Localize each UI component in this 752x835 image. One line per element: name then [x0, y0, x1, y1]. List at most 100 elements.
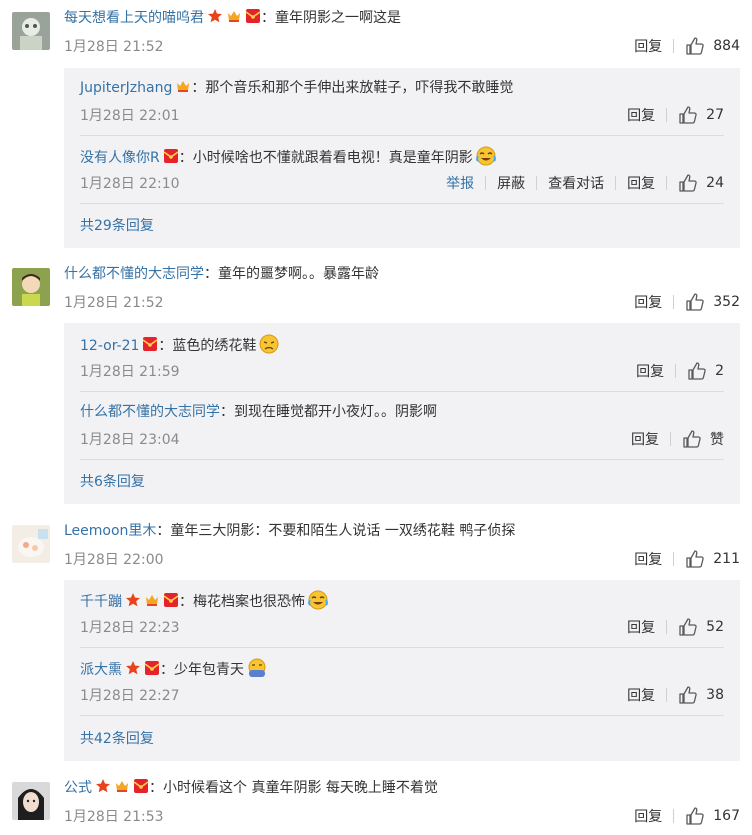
comment-item: Leemoon里木：童年三大阴影：不要和陌生人说话 一双绣花鞋 鸭子侦探 1月2… [0, 513, 752, 771]
reply-time: 1月28日 21:59 [80, 364, 180, 380]
redpacket-badge-icon [142, 336, 158, 352]
thumbs-up-icon [678, 173, 698, 193]
reply-divider [80, 203, 724, 204]
divider [673, 39, 675, 53]
reply-button[interactable]: 回复 [628, 36, 668, 56]
comment-item: 什么都不懂的大志同学：童年的噩梦啊。。暴露年龄 1月28日 21:52 回复 3… [0, 256, 752, 514]
like-button[interactable]: 52 [672, 617, 724, 637]
crown-badge-icon [226, 8, 242, 24]
crown-badge-icon [175, 78, 191, 94]
reply-text: ：那个音乐和那个手伸出来放鞋子，吓得我不敢睡觉 [191, 80, 514, 96]
thumbs-up-icon [685, 36, 705, 56]
username-link[interactable]: 千千蹦 [80, 594, 122, 610]
username-link[interactable]: 没有人像你R [80, 150, 160, 166]
like-button[interactable]: 38 [672, 685, 724, 705]
like-count: 2 [715, 363, 724, 379]
like-count: 211 [713, 551, 740, 567]
divider [666, 688, 668, 702]
divider [615, 176, 617, 190]
reply-text: ：到现在睡觉都开小夜灯。。阴影啊 [220, 404, 437, 420]
reply-panel: 12-or-21 ：蓝色的绣花鞋 1月28日 21:59 回复 2 什么都不懂的大… [64, 323, 740, 504]
like-button[interactable]: 211 [679, 549, 740, 569]
reply-button[interactable]: 回复 [630, 361, 670, 381]
reply-button[interactable]: 回复 [621, 685, 661, 705]
like-count: 884 [713, 38, 740, 54]
divider [536, 176, 538, 190]
reply-button[interactable]: 回复 [625, 429, 665, 449]
more-replies-link[interactable]: 共42条回复 [80, 729, 154, 749]
like-count: 167 [713, 808, 740, 824]
report-button[interactable]: 举报 [440, 173, 480, 193]
star-badge-icon [125, 592, 141, 608]
like-button[interactable]: 352 [679, 292, 740, 312]
reply-time: 1月28日 22:23 [80, 620, 180, 636]
cover-face-emoji [246, 658, 268, 678]
like-count: 38 [706, 687, 724, 703]
like-count: 27 [706, 107, 724, 123]
reply-divider [80, 459, 724, 460]
reply-item: JupiterJzhang ：那个音乐和那个手伸出来放鞋子，吓得我不敢睡觉 1月2… [80, 68, 724, 136]
user-avatar[interactable] [12, 268, 50, 306]
username-link[interactable]: JupiterJzhang [80, 80, 172, 96]
reply-button[interactable]: 回复 [628, 292, 668, 312]
reply-time: 1月28日 22:01 [80, 108, 180, 124]
reply-text: ：蓝色的绣花鞋 [158, 338, 257, 354]
redpacket-badge-icon [144, 660, 160, 676]
like-button[interactable]: 167 [679, 806, 740, 826]
comment-time: 1月28日 21:52 [64, 39, 164, 55]
crying-laughing-emoji [475, 146, 497, 166]
like-button[interactable]: 24 [672, 173, 724, 193]
reply-time: 1月28日 22:10 [80, 176, 180, 192]
redpacket-badge-icon [163, 592, 179, 608]
comment-time: 1月28日 21:53 [64, 809, 164, 825]
username-link[interactable]: 12-or-21 [80, 338, 139, 354]
username-link[interactable]: 公式 [64, 780, 92, 796]
like-button[interactable]: 赞 [676, 429, 724, 449]
more-replies-link[interactable]: 共29条回复 [80, 216, 154, 236]
like-button[interactable]: 884 [679, 36, 740, 56]
like-count: 24 [706, 175, 724, 191]
like-button[interactable]: 27 [672, 105, 724, 125]
reply-panel: JupiterJzhang ：那个音乐和那个手伸出来放鞋子，吓得我不敢睡觉 1月2… [64, 68, 740, 248]
username-link[interactable]: 每天想看上天的喵呜君 [64, 10, 204, 26]
like-count: 52 [706, 619, 724, 635]
star-badge-icon [207, 8, 223, 24]
username-link[interactable]: Leemoon里木 [64, 523, 156, 539]
thumbs-up-icon [682, 429, 702, 449]
divider [675, 364, 677, 378]
reply-button[interactable]: 回复 [628, 806, 668, 826]
like-button[interactable]: 2 [681, 361, 724, 381]
reply-button[interactable]: 回复 [621, 105, 661, 125]
block-button[interactable]: 屏蔽 [491, 173, 531, 193]
reply-time: 1月28日 23:04 [80, 432, 180, 448]
divider [666, 620, 668, 634]
thumbs-up-icon [685, 292, 705, 312]
thumbs-up-icon [687, 361, 707, 381]
reply-button[interactable]: 回复 [621, 173, 661, 193]
view-conversation-button[interactable]: 查看对话 [542, 173, 610, 193]
reply-item: 12-or-21 ：蓝色的绣花鞋 1月28日 21:59 回复 2 [80, 323, 724, 392]
comment-text: ：小时候看这个 真童年阴影 每天晚上睡不着觉 [149, 780, 438, 796]
divider [485, 176, 487, 190]
more-replies-link[interactable]: 共6条回复 [80, 472, 145, 492]
reply-button[interactable]: 回复 [628, 549, 668, 569]
user-avatar[interactable] [12, 12, 50, 50]
username-link[interactable]: 什么都不懂的大志同学 [64, 266, 204, 282]
reply-button[interactable]: 回复 [621, 617, 661, 637]
user-avatar[interactable] [12, 525, 50, 563]
thumbs-up-icon [678, 685, 698, 705]
reply-item: 千千蹦 ：梅花档案也很恐怖 1月28日 22:23 回复 52 [80, 580, 724, 648]
comment-item: 每天想看上天的喵呜君 ：童年阴影之一啊这是 1月28日 21:52 回复 884 … [0, 0, 752, 258]
reply-time: 1月28日 22:27 [80, 688, 180, 704]
reply-item: 没有人像你R ：小时候啥也不懂就跟着看电视！真是童年阴影 1月28日 22:10 … [80, 136, 724, 204]
reply-divider [80, 715, 724, 716]
redpacket-badge-icon [163, 148, 179, 164]
divider [673, 809, 675, 823]
crown-badge-icon [144, 592, 160, 608]
crown-badge-icon [114, 778, 130, 794]
comment-time: 1月28日 21:52 [64, 295, 164, 311]
star-badge-icon [95, 778, 111, 794]
username-link[interactable]: 什么都不懂的大志同学 [80, 404, 220, 420]
user-avatar[interactable] [12, 782, 50, 820]
username-link[interactable]: 派大熏 [80, 662, 122, 678]
